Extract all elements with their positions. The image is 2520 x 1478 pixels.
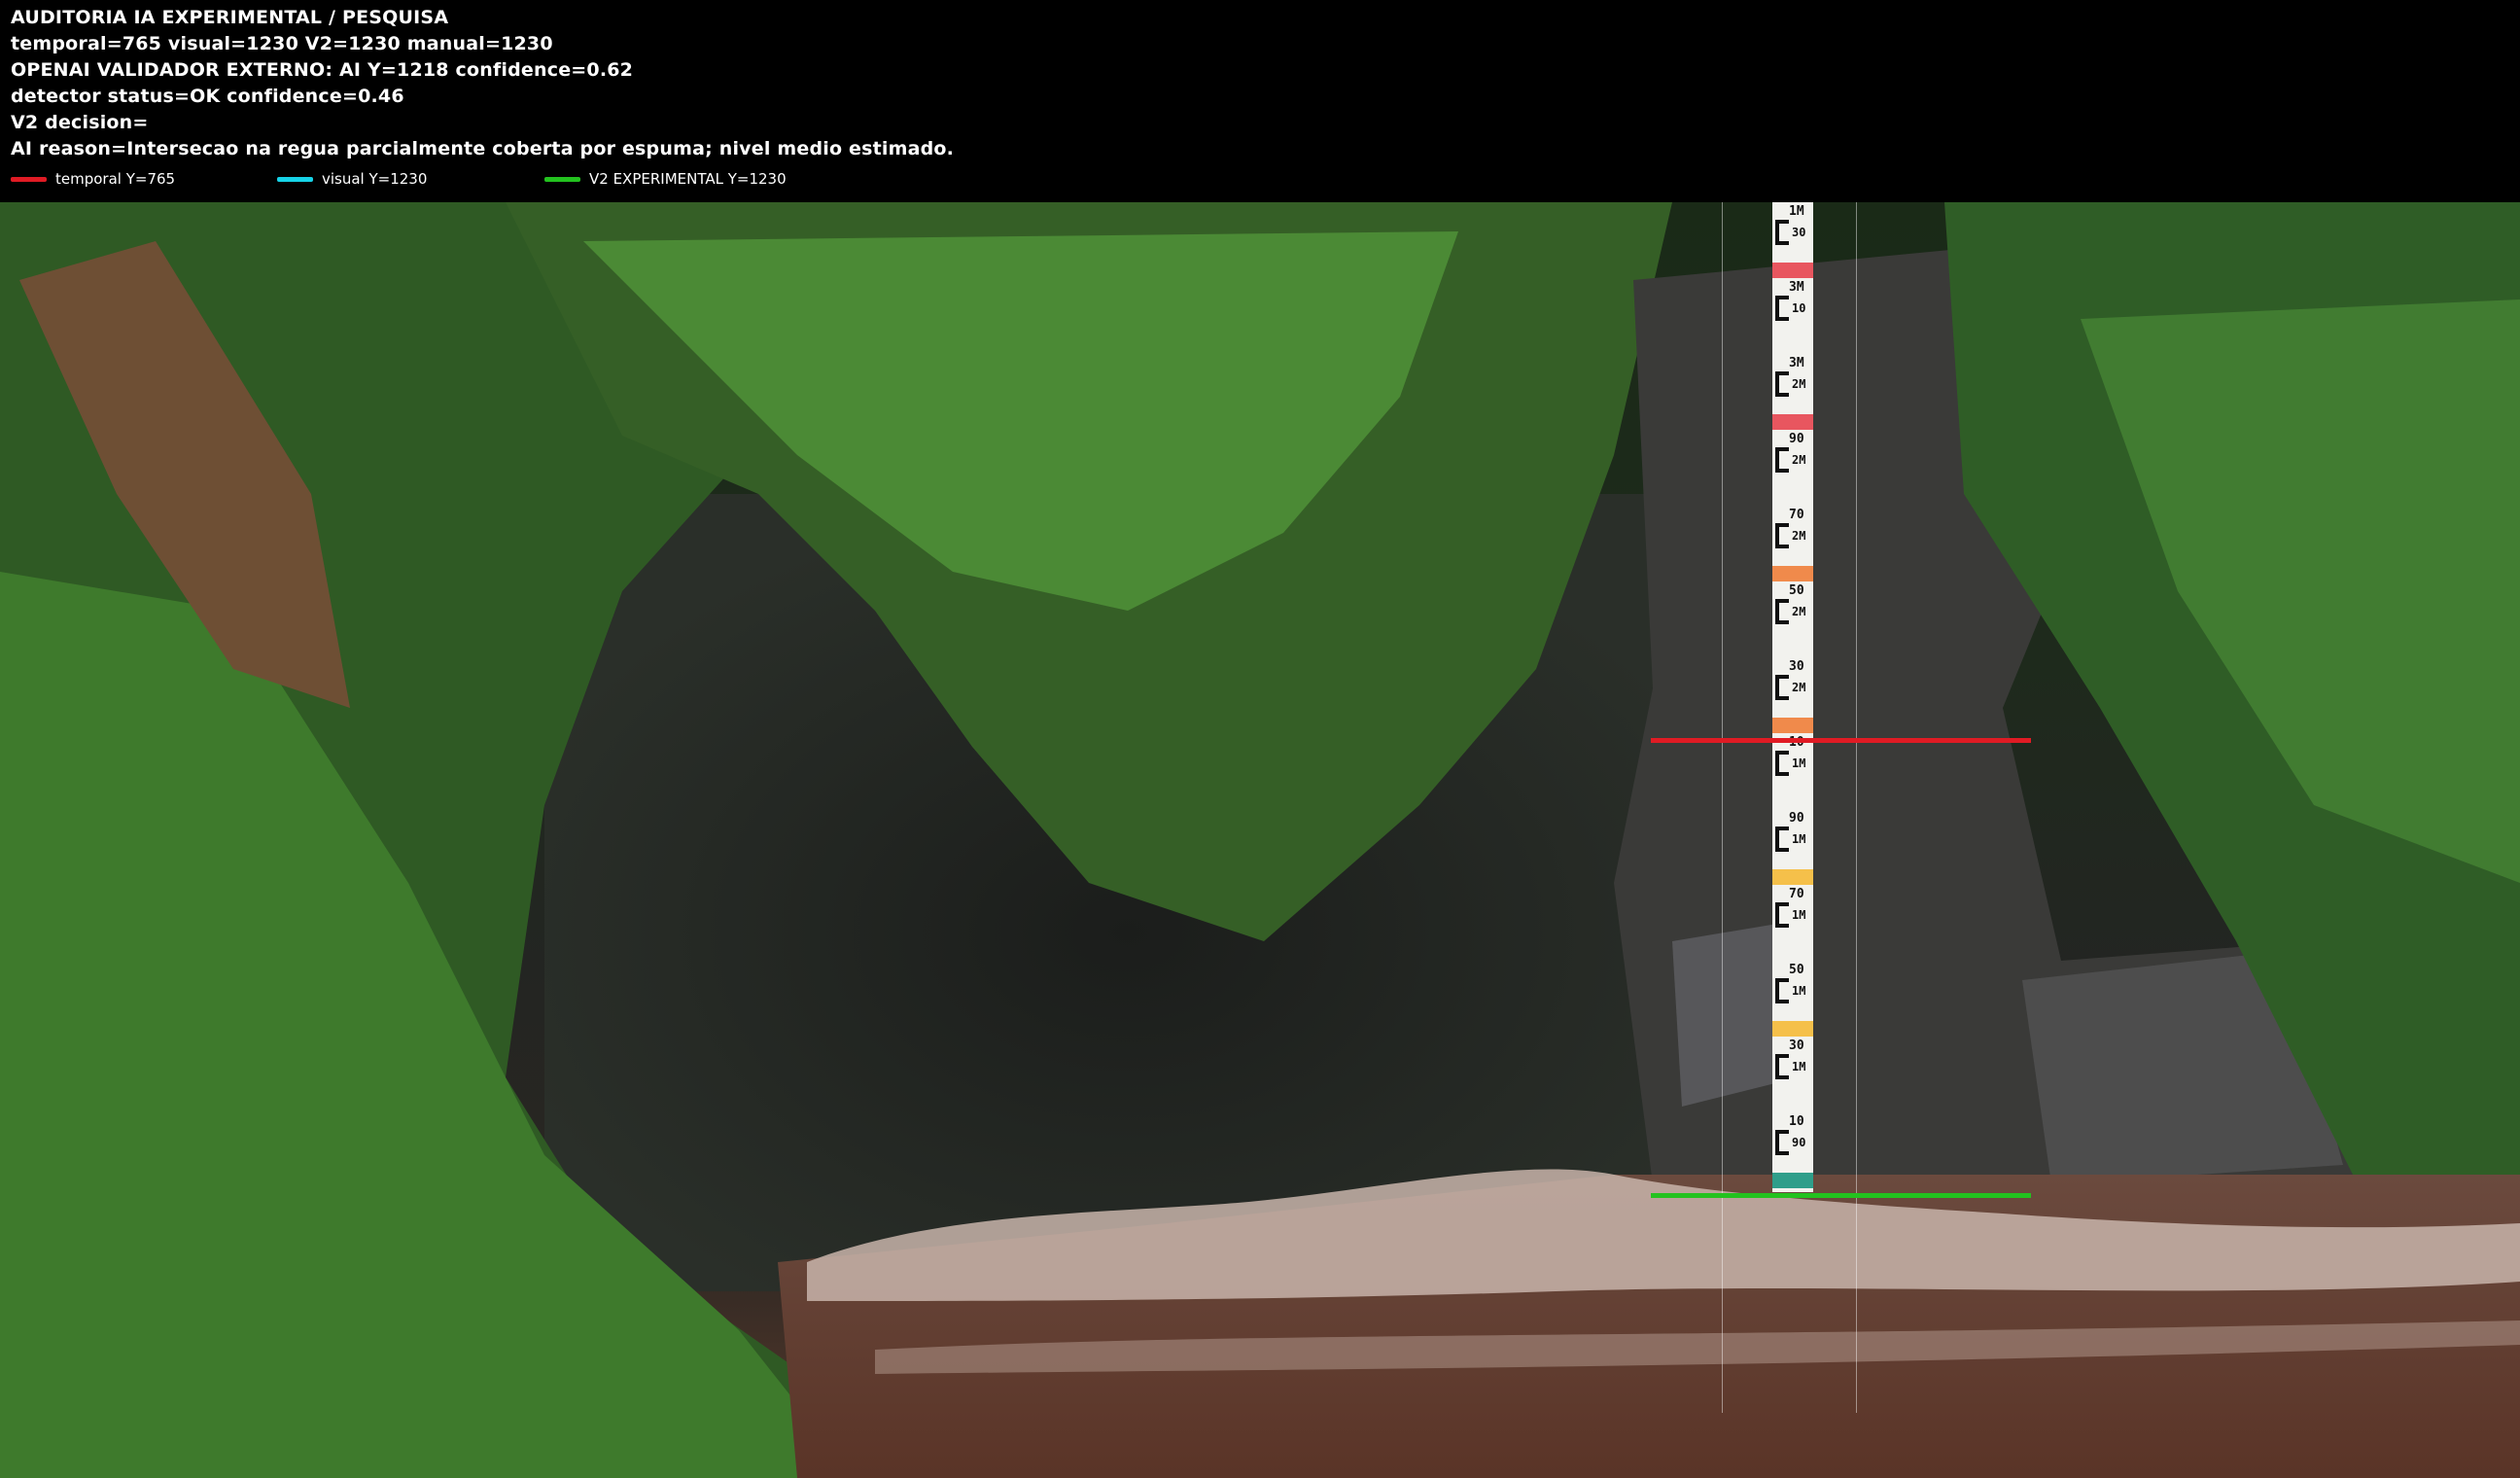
- staff-label: 90: [1789, 811, 1804, 826]
- staff-roi-right: [1856, 202, 1857, 1413]
- staff-segment: 3M 10: [1772, 278, 1813, 354]
- staff-color-band: [1772, 263, 1813, 278]
- staff-e-mark: [1775, 1130, 1789, 1155]
- staff-e-mark: [1775, 1054, 1789, 1079]
- staff-label: 2M: [1792, 605, 1806, 618]
- overlay-ai-reason: AI reason=Intersecao na regua parcialmen…: [11, 138, 955, 159]
- scene-illustration: [0, 202, 2520, 1478]
- staff-label: 70: [1789, 508, 1804, 522]
- v2-level-line: [1651, 1193, 2031, 1198]
- staff-e-mark: [1775, 827, 1789, 852]
- staff-label: 1M: [1792, 984, 1806, 998]
- staff-label: 90: [1792, 1136, 1806, 1149]
- staff-label: 30: [1792, 226, 1806, 239]
- staff-roi-left: [1722, 202, 1723, 1413]
- temporal-level-line: [1651, 738, 2031, 743]
- staff-label: 10: [1792, 301, 1806, 315]
- staff-label: 90: [1789, 432, 1804, 446]
- staff-color-band: [1772, 869, 1813, 885]
- staff-segment: 70 1M: [1772, 885, 1813, 961]
- staff-color-band: [1772, 718, 1813, 733]
- overlay-v2-decision: V2 decision=: [11, 112, 149, 133]
- staff-segment: 101M: [1772, 733, 1813, 809]
- camera-frame: 1M303M103M2M902M702M502M302M101M901M701M…: [0, 202, 2520, 1478]
- staff-color-band: [1772, 414, 1813, 430]
- staff-e-mark: [1775, 296, 1789, 321]
- legend-item-v2: V2 EXPERIMENTAL Y=1230: [544, 170, 787, 188]
- staff-e-mark: [1775, 220, 1789, 245]
- staff-label: 3M: [1789, 356, 1804, 370]
- staff-segment: 30 1M: [1772, 1037, 1813, 1112]
- legend-label-temporal: temporal Y=765: [55, 170, 176, 188]
- staff-e-mark: [1775, 371, 1789, 397]
- staff-label: 2M: [1792, 529, 1806, 543]
- staff-e-mark: [1775, 447, 1789, 473]
- legend-swatch-temporal: [11, 176, 47, 182]
- staff-e-mark: [1775, 523, 1789, 548]
- staff-label: 1M: [1792, 1060, 1806, 1073]
- legend-swatch-v2: [544, 176, 580, 182]
- staff-label: 30: [1789, 1038, 1804, 1053]
- legend-label-visual: visual Y=1230: [322, 170, 428, 188]
- staff-label: 1M: [1789, 204, 1804, 219]
- staff-label: 70: [1789, 887, 1804, 901]
- staff-label: 1M: [1792, 908, 1806, 922]
- staff-color-band: [1772, 1173, 1813, 1188]
- staff-e-mark: [1775, 675, 1789, 700]
- overlay-title: AUDITORIA IA EXPERIMENTAL / PESQUISA: [11, 7, 449, 28]
- audit-overlay-panel: AUDITORIA IA EXPERIMENTAL / PESQUISA tem…: [0, 0, 2520, 202]
- legend-item-temporal: temporal Y=765: [11, 170, 175, 188]
- staff-e-mark: [1775, 751, 1789, 776]
- staff-label: 50: [1789, 583, 1804, 598]
- staff-label: 2M: [1792, 377, 1806, 391]
- staff-label: 2M: [1792, 681, 1806, 694]
- staff-e-mark: [1775, 599, 1789, 624]
- staff-segment: 50 2M: [1772, 581, 1813, 657]
- legend-label-v2: V2 EXPERIMENTAL Y=1230: [589, 170, 787, 188]
- staff-e-mark: [1775, 978, 1789, 1003]
- overlay-detector-status: detector status=OK confidence=0.46: [11, 86, 404, 107]
- staff-label: 1M: [1792, 832, 1806, 846]
- staff-label: 50: [1789, 963, 1804, 977]
- legend-swatch-visual: [277, 176, 313, 182]
- staff-color-band: [1772, 1021, 1813, 1037]
- water-level-staff-gauge: 1M303M103M2M902M702M502M302M101M901M701M…: [1772, 202, 1813, 1192]
- staff-segment: 90 2M: [1772, 430, 1813, 506]
- overlay-validator: OPENAI VALIDADOR EXTERNO: AI Y=1218 conf…: [11, 59, 634, 81]
- legend-item-visual: visual Y=1230: [277, 170, 427, 188]
- staff-label: 30: [1789, 659, 1804, 674]
- staff-color-band: [1772, 566, 1813, 581]
- staff-e-mark: [1775, 902, 1789, 928]
- staff-label: 3M: [1789, 280, 1804, 295]
- staff-label: 10: [1789, 1114, 1804, 1129]
- staff-label: 2M: [1792, 453, 1806, 467]
- overlay-readings: temporal=765 visual=1230 V2=1230 manual=…: [11, 33, 553, 54]
- legend: temporal Y=765 visual Y=1230 V2 EXPERIME…: [0, 170, 2520, 190]
- staff-label: 1M: [1792, 757, 1806, 770]
